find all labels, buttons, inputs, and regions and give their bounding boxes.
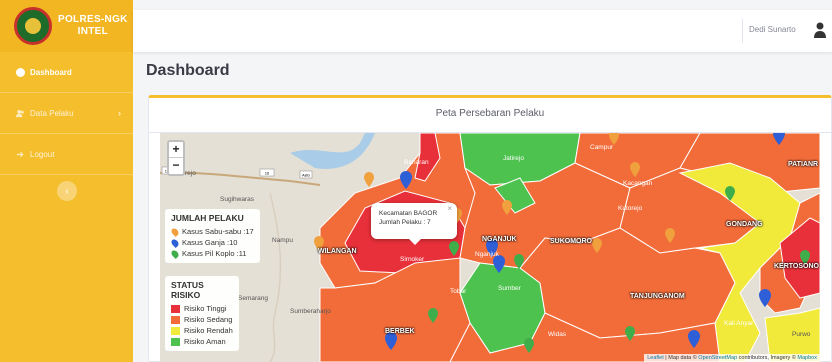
town-label: Sugihwaras <box>220 196 254 203</box>
sidebar-item-logout[interactable]: Logout <box>0 134 133 175</box>
legend-status-risiko: STATUS RISIKO Risiko Tinggi Risiko Sedan… <box>165 276 239 351</box>
sidebar-item-data-pelaku[interactable]: Data Pelaku › <box>0 93 133 134</box>
brand[interactable]: POLRES-NGK INTEL <box>0 0 133 52</box>
topbar: Dedi Sunarto <box>133 10 832 52</box>
town-label: Tobar <box>450 288 467 295</box>
card-title: Peta Persebaran Pelaku <box>435 108 545 119</box>
sidebar-item-label: Dashboard <box>30 67 72 77</box>
brand-line1: POLRES-NGK <box>58 14 128 25</box>
legend-row: Risiko Rendah <box>171 325 233 336</box>
swatch-icon <box>171 315 180 324</box>
road-label: A8G <box>302 173 310 178</box>
pin-icon <box>170 237 180 248</box>
legend-row: Kasus Pil Koplo :11 <box>170 248 254 259</box>
pin-icon <box>170 226 180 237</box>
town-label: Nampu <box>272 237 293 244</box>
zoom-out-button[interactable]: − <box>169 158 183 174</box>
region-label: PATIANR <box>788 161 819 168</box>
town-label: Jatirejo <box>503 155 524 162</box>
sidebar-item-dashboard[interactable]: Dashboard <box>0 52 133 93</box>
town-label: Sumber <box>498 285 521 292</box>
brand-line2: INTEL <box>77 26 109 37</box>
map[interactable]: 15 16 A8G Sid <box>160 133 820 362</box>
town-label: Kutorejo <box>618 205 643 212</box>
popup-count: Jumlah Pelaku : 7 <box>379 219 431 226</box>
attribution-text: | Map data © <box>663 355 699 361</box>
town-label: Sirnoker <box>400 256 425 263</box>
sidebar-item-label: Logout <box>30 149 55 159</box>
sidebar: POLRES-NGK INTEL Dashboard Data Pelaku ›… <box>0 0 133 362</box>
map-popup: × Kecamatan BAGOR Jumlah Pelaku : 7 <box>371 203 457 245</box>
swatch-icon <box>171 337 180 346</box>
leaflet-link[interactable]: Leaflet <box>647 355 664 361</box>
page-title: Dashboard <box>146 62 230 79</box>
town-label: Widas <box>548 331 567 338</box>
town-label: Banaran <box>404 159 429 166</box>
attribution-text: contributors, Imagery © <box>737 355 798 361</box>
region-label: SUKOMORO <box>550 238 592 245</box>
chevron-right-icon: › <box>118 108 121 118</box>
logout-icon <box>16 150 25 159</box>
mapbox-link[interactable]: Mapbox <box>797 355 817 361</box>
swatch-icon <box>171 326 180 335</box>
legend-label: Risiko Rendah <box>184 326 233 335</box>
region-label: BERBEK <box>385 328 415 335</box>
legend-title: JUMLAH PELAKU <box>171 213 244 223</box>
brand-text: POLRES-NGK INTEL <box>58 14 128 38</box>
legend-row: Risiko Sedang <box>171 314 233 325</box>
sidebar-toggle-button[interactable]: ‹ <box>57 181 77 201</box>
zoom-in-button[interactable]: + <box>169 142 183 158</box>
region-label: WILANGAN <box>318 248 357 255</box>
user-name[interactable]: Dedi Sunarto <box>749 25 796 34</box>
legend-label: Risiko Sedang <box>184 315 233 324</box>
legend-label: Kasus Sabu-sabu :17 <box>182 227 254 236</box>
close-icon[interactable]: × <box>447 204 452 213</box>
town-label: Purwo <box>792 331 811 338</box>
region-label: NGANJUK <box>482 236 517 243</box>
legend-jumlah-pelaku: JUMLAH PELAKU Kasus Sabu-sabu :17 Kasus … <box>165 209 260 263</box>
police-logo <box>14 7 52 45</box>
legend-row: Risiko Tinggi <box>171 303 233 314</box>
legend-row: Kasus Sabu-sabu :17 <box>170 226 254 237</box>
region-label: GONDANG <box>726 221 763 228</box>
legend-row: Kasus Ganja :10 <box>170 237 254 248</box>
town-label: Campur <box>590 144 614 151</box>
region-label: KERTOSONO <box>774 263 819 270</box>
town-label: Kacangan <box>623 180 653 187</box>
topbar-divider <box>742 19 743 43</box>
town-label: Nganjuk <box>475 251 499 258</box>
town-label: Semarang <box>238 295 268 302</box>
legend-title: STATUS RISIKO <box>171 280 204 300</box>
pin-icon <box>170 248 180 259</box>
legend-label: Risiko Aman <box>184 337 226 346</box>
legend-label: Kasus Ganja :10 <box>182 238 238 247</box>
legend-row: Risiko Aman <box>171 336 233 347</box>
popup-title: Kecamatan BAGOR <box>379 210 438 217</box>
town-label: Kali Anyar <box>724 320 754 327</box>
dashboard-icon <box>16 67 25 77</box>
legend-label: Risiko Tinggi <box>184 304 227 313</box>
region-label: TANJUNGANOM <box>630 293 685 300</box>
osm-link[interactable]: OpenStreetMap <box>698 355 737 361</box>
map-attribution: Leaflet | Map data © OpenStreetMap contr… <box>644 354 820 362</box>
town-label: Sumberaharjo <box>290 308 331 315</box>
road-label: 16 <box>265 171 270 176</box>
users-icon <box>16 109 25 118</box>
swatch-icon <box>171 304 180 313</box>
user-icon[interactable] <box>814 22 826 38</box>
legend-label: Kasus Pil Koplo :11 <box>182 249 247 258</box>
sidebar-item-label: Data Pelaku <box>30 108 74 118</box>
zoom-control: + − <box>167 140 185 176</box>
